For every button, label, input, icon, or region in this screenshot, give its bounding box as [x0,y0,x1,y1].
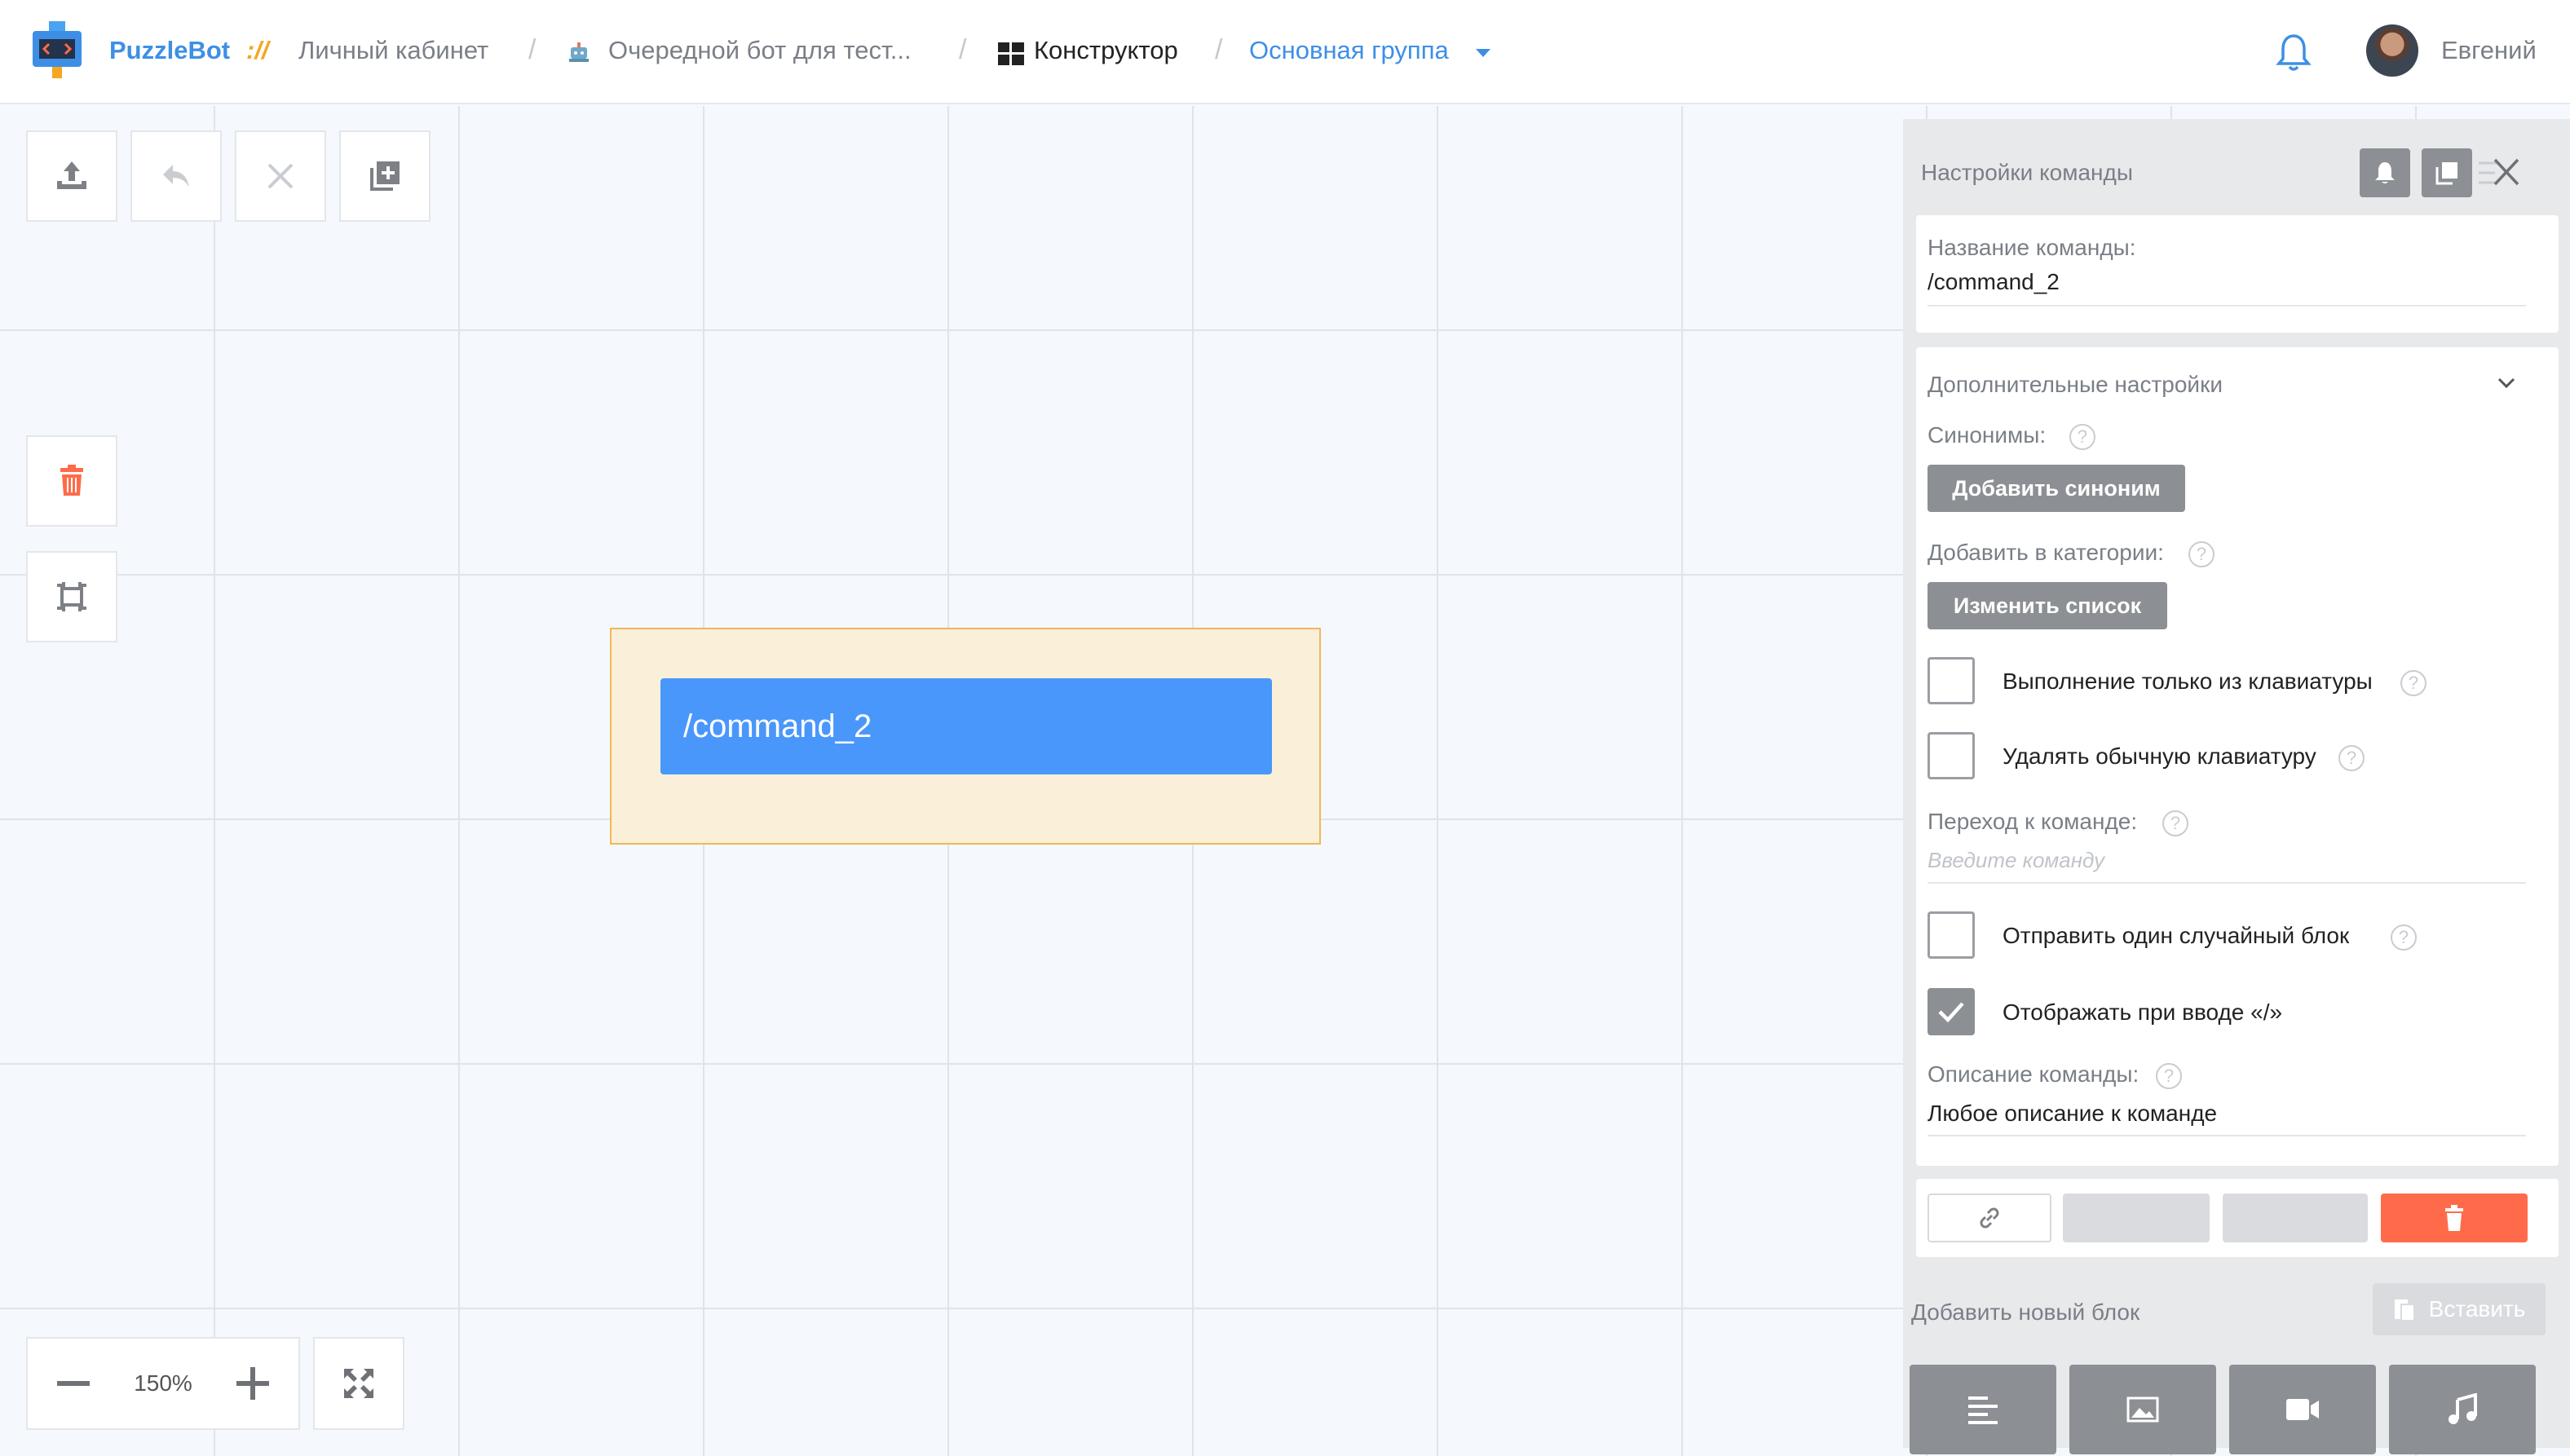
remove-keyboard-checkbox[interactable] [1928,732,1975,779]
clipboard-icon [2394,1299,2415,1321]
add-copy-icon [370,161,400,191]
add-block-copy-button[interactable] [339,130,431,222]
change-list-button[interactable]: Изменить список [1928,582,2167,629]
trash-icon [60,465,83,496]
help-icon[interactable]: ? [2338,745,2365,771]
random-block-label: Отправить один случайный блок [2003,923,2350,948]
help-icon[interactable]: ? [2162,810,2188,836]
action-button-empty[interactable] [2063,1193,2210,1242]
command-block[interactable]: /command_2 [660,678,1272,774]
text-icon [1968,1396,1998,1424]
link-button[interactable] [1928,1193,2051,1242]
bot-icon [569,42,589,62]
random-block-checkbox[interactable] [1928,911,1975,959]
paste-button[interactable]: Вставить [2373,1283,2546,1335]
video-icon [2286,1399,2319,1420]
actions-card [1916,1179,2559,1257]
zoom-out-button[interactable] [28,1339,119,1428]
goto-command-label: Переход к команде: [1928,809,2138,834]
image-icon [2126,1396,2159,1423]
add-video-block-button[interactable] [2229,1365,2376,1454]
help-icon[interactable]: ? [2156,1063,2182,1089]
help-icon[interactable]: ? [2400,670,2426,696]
delete-selection-button[interactable] [26,435,117,527]
delete-command-button[interactable] [2381,1193,2528,1242]
help-icon[interactable]: ? [2188,541,2215,567]
add-text-block-button[interactable] [1910,1365,2056,1454]
notification-bell-icon[interactable] [2275,33,2312,73]
breadcrumb-separator: / [1215,34,1223,65]
command-name-card: Название команды: /command_2 [1916,215,2559,333]
brand-name[interactable]: PuzzleBot [109,36,230,65]
expand-icon [344,1369,373,1398]
close-icon [267,163,294,189]
action-button-empty[interactable] [2223,1193,2368,1242]
goto-command-input[interactable]: Введите команду [1928,848,2104,873]
notify-button[interactable] [2360,148,2410,197]
show-on-slash-label: Отображать при вводе «/» [2003,999,2283,1025]
duplicate-button[interactable] [2422,148,2472,197]
add-synonym-button[interactable]: Добавить синоним [1928,465,2185,512]
plus-icon [236,1367,269,1400]
synonyms-label: Синонимы: [1928,422,2047,448]
input-underline [1928,1135,2526,1136]
breadcrumb-separator: / [959,34,967,65]
zoom-control: 150% [26,1337,300,1430]
input-underline [1928,882,2526,884]
chevron-down-icon[interactable] [2497,377,2516,390]
breadcrumb-bot[interactable]: Очередной бот для тест... [608,36,912,65]
undo-icon [163,165,189,188]
paste-label: Вставить [2428,1296,2526,1321]
add-image-block-button[interactable] [2069,1365,2216,1454]
breadcrumb-dashboard[interactable]: Личный кабинет [298,36,488,65]
chevron-down-icon[interactable] [1474,47,1492,59]
categories-label: Добавить в категории: [1928,540,2164,565]
help-icon[interactable]: ? [2391,924,2417,951]
zoom-in-button[interactable] [207,1339,298,1428]
fit-frame-icon [57,582,86,611]
close-panel-icon[interactable] [2477,152,2523,194]
breadcrumb-constructor[interactable]: Конструктор [1034,36,1178,65]
description-input[interactable]: Любое описание к команде [1928,1101,2217,1127]
command-name-label: Название команды: [1928,235,2136,260]
keyboard-only-label: Выполнение только из клавиатуры [2003,668,2373,694]
bell-icon [2375,162,2395,183]
help-icon[interactable]: ? [2069,424,2095,450]
panel-title: Настройки команды [1921,160,2133,185]
input-underline [1928,305,2526,307]
trash-icon [2445,1205,2463,1231]
zoom-value: 150% [134,1370,192,1396]
link-icon [1980,1207,1999,1229]
copy-icon [2435,162,2457,185]
brand-separator: :// [246,36,269,64]
description-label: Описание команды: [1928,1061,2139,1087]
checkmark-icon [1938,1002,1964,1023]
remove-keyboard-label: Удалять обычную клавиатуру [2003,743,2316,769]
undo-button[interactable] [130,130,222,222]
constructor-grid-icon [998,42,1024,65]
user-name[interactable]: Евгений [2441,36,2537,65]
add-audio-block-button[interactable] [2389,1365,2536,1454]
cancel-button[interactable] [235,130,326,222]
fullscreen-button[interactable] [313,1337,404,1430]
fit-frame-button[interactable] [26,551,117,642]
minus-icon [57,1381,90,1386]
extra-settings-title[interactable]: Дополнительные настройки [1928,372,2223,398]
puzzlebot-logo-icon[interactable] [31,21,83,83]
avatar[interactable] [2366,24,2418,77]
keyboard-only-checkbox[interactable] [1928,657,1975,704]
command-name-input[interactable]: /command_2 [1928,269,2060,295]
breadcrumb-separator: / [528,34,537,65]
top-header: PuzzleBot :// Личный кабинет / Очередной… [0,0,2570,104]
add-block-label: Добавить новый блок [1911,1299,2140,1325]
command-settings-panel: Настройки команды Название команды: /com… [1903,119,2570,1454]
show-on-slash-checkbox[interactable] [1928,988,1975,1035]
upload-button[interactable] [26,130,117,222]
extra-settings-card: Дополнительные настройки Синонимы: ? Доб… [1916,347,2559,1166]
music-icon [2449,1393,2477,1424]
command-group-frame[interactable]: /command_2 [610,628,1321,845]
upload-icon [57,161,86,189]
group-dropdown[interactable]: Основная группа [1249,36,1449,65]
